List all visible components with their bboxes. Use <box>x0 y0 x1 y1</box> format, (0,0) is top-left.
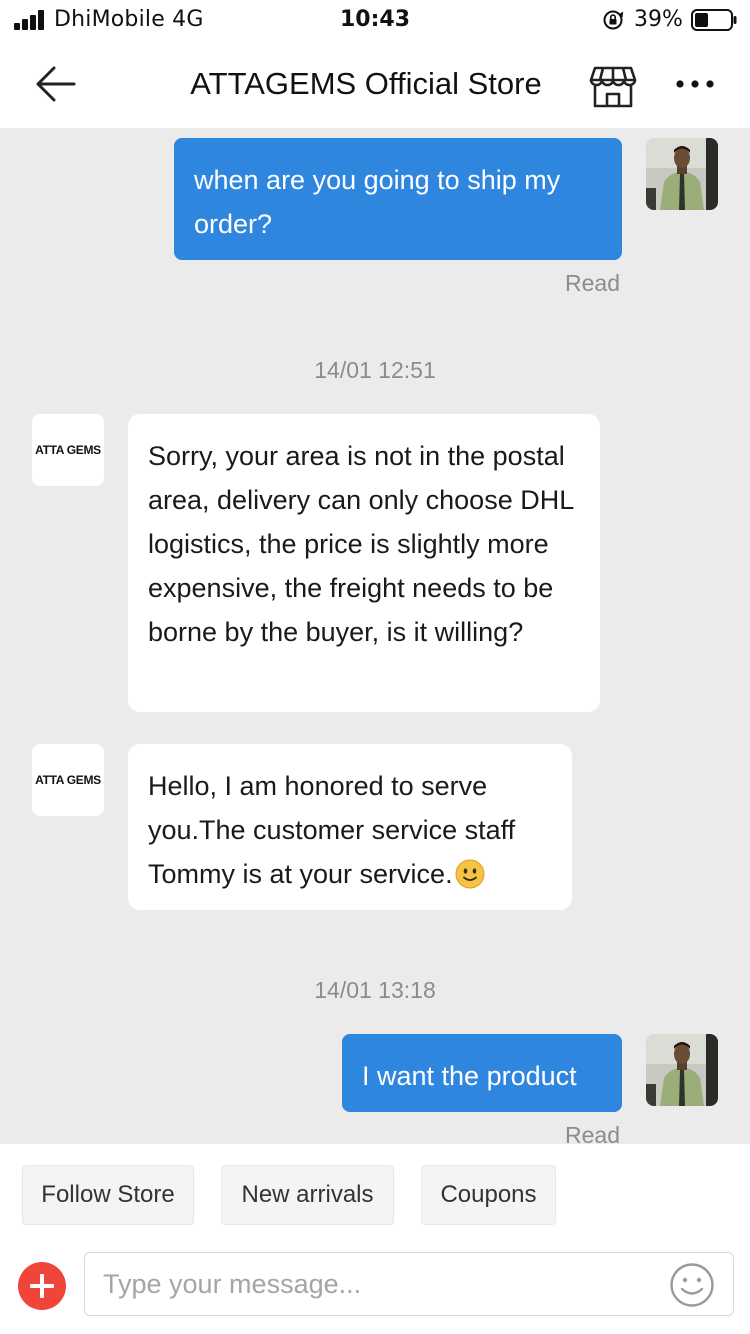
person-avatar-icon <box>646 1034 718 1106</box>
battery-icon <box>691 9 737 31</box>
add-attachment-button[interactable] <box>18 1262 66 1310</box>
incoming-message-bubble[interactable]: Sorry, your area is not in the postal ar… <box>128 414 600 712</box>
orientation-lock-icon <box>603 10 624 30</box>
smiling-face-emoji <box>455 859 485 889</box>
more-dots-icon[interactable] <box>674 72 716 96</box>
chat-thread[interactable]: when are you going to ship my order? Rea… <box>0 128 750 1144</box>
follow-store-button[interactable]: Follow Store <box>22 1165 194 1225</box>
new-arrivals-button[interactable]: New arrivals <box>221 1165 394 1225</box>
message-text: Sorry, your area is not in the postal ar… <box>148 441 574 647</box>
user-avatar[interactable] <box>646 138 718 210</box>
read-receipt: Read <box>565 1122 620 1144</box>
store-avatar-logo-text: ATTA GEMS <box>35 443 101 457</box>
outgoing-message-bubble[interactable]: I want the product <box>342 1034 622 1112</box>
status-bar: DhiMobile 4G 10:43 39% <box>0 0 750 42</box>
store-avatar-logo-text: ATTA GEMS <box>35 773 101 787</box>
chat-footer: Follow Store New arrivals Coupons <box>0 1144 750 1334</box>
store-icon[interactable] <box>589 64 637 108</box>
battery-percent: 39% <box>634 7 683 32</box>
chat-timestamp: 14/01 12:51 <box>314 357 436 383</box>
chat-timestamp: 14/01 13:18 <box>314 977 436 1003</box>
message-input[interactable] <box>103 1261 663 1307</box>
outgoing-message-bubble[interactable]: when are you going to ship my order? <box>174 138 622 260</box>
store-avatar[interactable]: ATTA GEMS <box>32 744 104 816</box>
incoming-message-bubble[interactable]: Hello, I am honored to serve you.The cus… <box>128 744 572 910</box>
store-avatar[interactable]: ATTA GEMS <box>32 414 104 486</box>
read-receipt: Read <box>565 270 620 296</box>
message-text: when are you going to ship my order? <box>194 165 561 239</box>
chat-header: ATTAGEMS Official Store <box>0 42 750 128</box>
coupons-button[interactable]: Coupons <box>421 1165 556 1225</box>
message-composer[interactable] <box>84 1252 734 1316</box>
message-text: I want the product <box>362 1061 577 1091</box>
smiley-icon[interactable] <box>669 1262 715 1308</box>
user-avatar[interactable] <box>646 1034 718 1106</box>
person-avatar-icon <box>646 138 718 210</box>
